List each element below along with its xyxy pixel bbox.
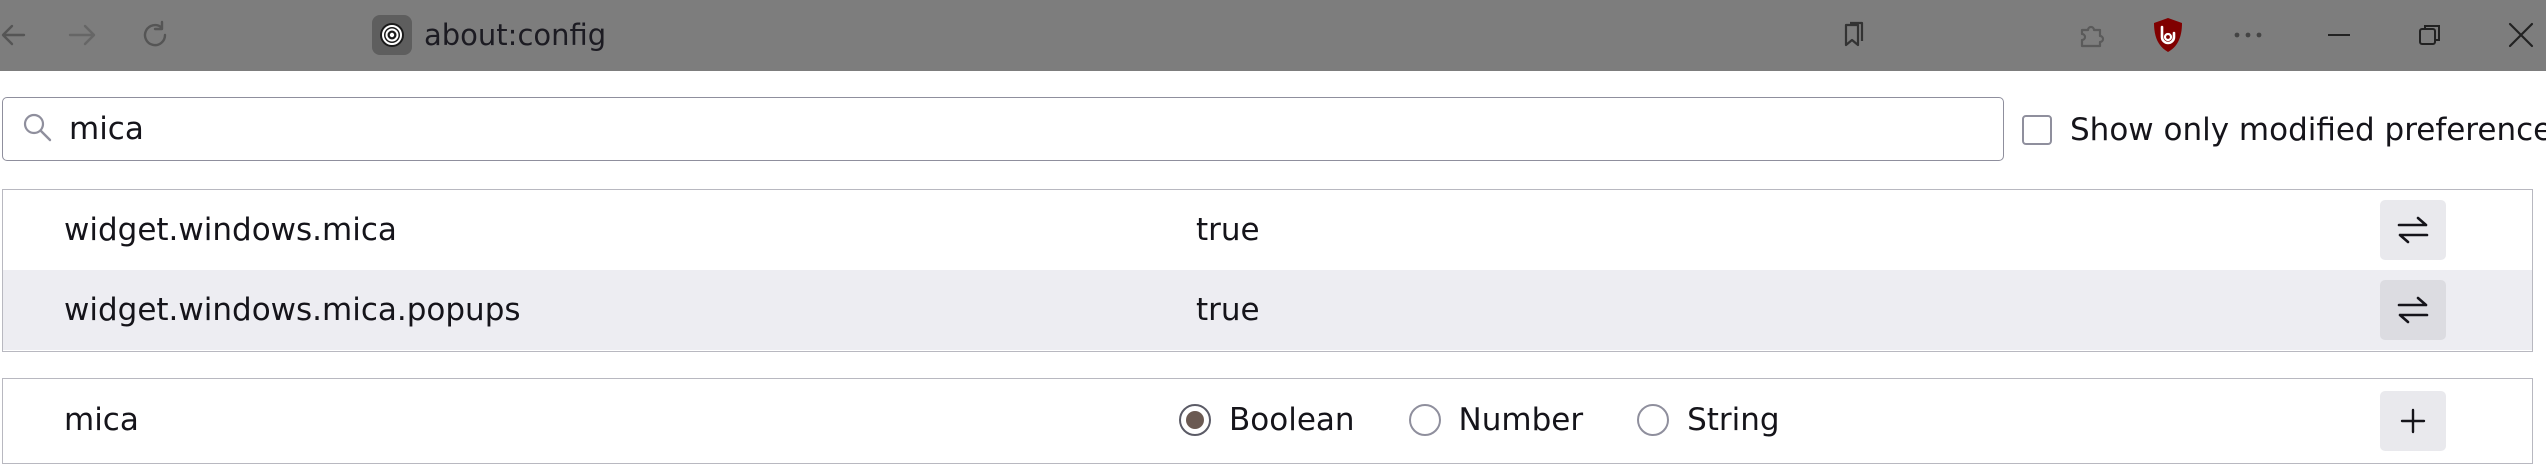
show-modified-toggle[interactable]: Show only modified preferences	[2022, 108, 2546, 152]
extensions-puzzle-icon[interactable]	[2071, 14, 2113, 56]
radio-string-button[interactable]	[1637, 404, 1670, 436]
toggle-arrows-icon	[2397, 296, 2429, 324]
back-arrow-icon[interactable]	[0, 16, 26, 54]
type-radio-group: Boolean Number String	[1179, 379, 1834, 461]
add-button[interactable]	[2380, 391, 2446, 451]
toggle-arrows-icon	[2397, 216, 2429, 244]
show-modified-label[interactable]: Show only modified preferences	[2070, 112, 2546, 148]
radio-boolean[interactable]: Boolean	[1179, 402, 1355, 438]
radio-boolean-label[interactable]: Boolean	[1229, 402, 1355, 438]
toggle-button[interactable]	[2380, 280, 2446, 340]
radio-boolean-button[interactable]	[1179, 404, 1211, 436]
bookmarks-sidebar-icon[interactable]	[1833, 14, 1875, 56]
minimize-icon[interactable]	[2320, 16, 2358, 54]
toggle-button[interactable]	[2380, 200, 2446, 260]
new-pref-name: mica	[64, 402, 139, 438]
search-field[interactable]	[2, 97, 2004, 161]
pref-value[interactable]: true	[1196, 270, 1260, 350]
search-icon	[21, 111, 53, 147]
search-input[interactable]	[69, 111, 1949, 147]
radio-number-button[interactable]	[1408, 404, 1441, 436]
show-modified-checkbox[interactable]	[2022, 115, 2052, 145]
radio-number-label[interactable]: Number	[1459, 402, 1584, 438]
url-text[interactable]: about:config	[424, 18, 606, 52]
table-row[interactable]: widget.windows.mica.popups true	[3, 270, 2532, 350]
more-menu-icon[interactable]	[2226, 16, 2270, 54]
ublock-origin-icon[interactable]	[2146, 12, 2190, 58]
restore-icon[interactable]	[2411, 16, 2449, 54]
plus-icon	[2400, 408, 2426, 434]
pref-name: widget.windows.mica	[64, 212, 397, 248]
pref-name: widget.windows.mica.popups	[64, 292, 521, 328]
site-identity-icon[interactable]	[372, 15, 412, 55]
browser-toolbar: about:config	[0, 0, 2546, 71]
table-row[interactable]: widget.windows.mica true	[3, 190, 2532, 270]
preferences-table: widget.windows.mica true widget.windows.…	[2, 189, 2533, 352]
pref-value[interactable]: true	[1196, 190, 1260, 270]
forward-arrow-icon[interactable]	[64, 16, 100, 54]
url-bar[interactable]: about:config	[372, 10, 632, 60]
radio-number[interactable]: Number	[1408, 402, 1584, 438]
close-icon[interactable]	[2502, 16, 2540, 54]
reload-icon[interactable]	[136, 16, 174, 54]
add-preference-row: mica Boolean Number String	[2, 378, 2533, 464]
radio-string[interactable]: String	[1637, 402, 1780, 438]
radio-string-label[interactable]: String	[1687, 402, 1780, 438]
